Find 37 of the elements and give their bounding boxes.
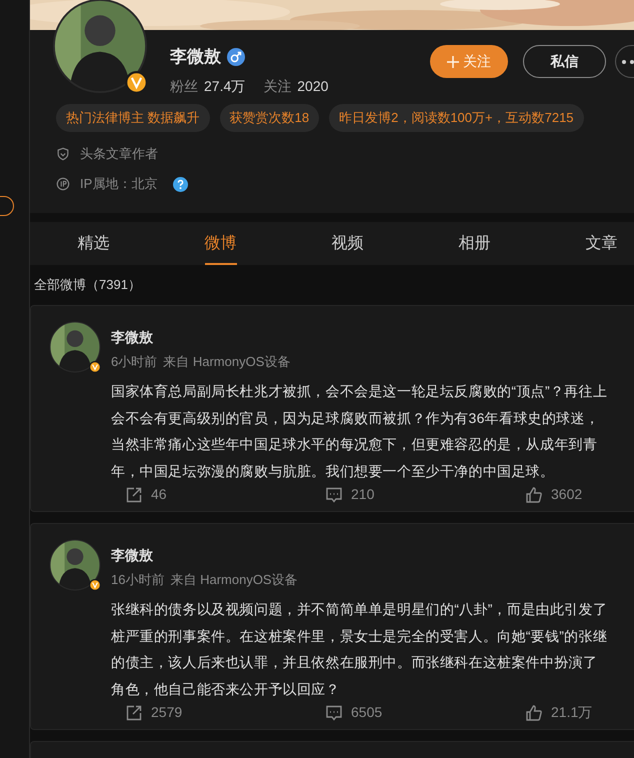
post-time[interactable]: 16小时前: [111, 570, 164, 590]
post-text-line: 桩严重的刑事案件。在这桩案件里，景女士是完全的受害人。向她“要钱”的张继: [111, 626, 608, 646]
comment-count[interactable]: 210: [351, 484, 374, 505]
post-time[interactable]: 6小时前: [111, 352, 158, 372]
ip-location: IP属地：北京: [80, 175, 158, 194]
repost-count[interactable]: 2579: [151, 702, 182, 723]
repost-count[interactable]: 46: [151, 484, 167, 505]
author-name[interactable]: 李微敖: [111, 327, 290, 348]
tab[interactable]: 视频: [284, 222, 411, 265]
author-label: 头条文章作者: [80, 145, 158, 164]
tag: 昨日发博2，阅读数100万+，互动数7215: [329, 104, 584, 132]
post-text-line: 角色，他自己能否来公开予以回应？: [111, 680, 341, 698]
tab[interactable]: 相册: [411, 222, 538, 265]
tab[interactable]: 精选: [30, 222, 157, 265]
post-text-line: 张继科的债务以及视频问题，并不简简单单是明星们的“八卦”，而是由此引发了: [111, 600, 608, 619]
tag: 获赞赏次数18: [220, 104, 320, 132]
tab[interactable]: 微博: [157, 222, 284, 265]
feed-title: 全部微博（7391）: [34, 276, 141, 294]
post-text-line: 国家体育总局副局长杜兆才被抓，会不会是这一轮足坛反腐败的“顶点”？再往上: [111, 382, 608, 401]
profile-name: 李微敖: [170, 46, 221, 68]
post-text-line: 年，中国足坛弥漫的腐败与肮脏。我们想要一个至少干净的中国足球。: [111, 462, 556, 480]
tag: 热门法律博主 数据飙升: [56, 104, 210, 132]
following-count[interactable]: 2020: [297, 76, 328, 96]
fans-count[interactable]: 27.4万: [204, 76, 246, 96]
message-button[interactable]: 私信: [523, 45, 606, 78]
comment-count[interactable]: 6505: [351, 702, 382, 723]
following-label: 关注: [263, 76, 292, 96]
post-text-line: 会不会有更高级别的官员，因为足球腐败而被抓？作为有36年看球史的球迷，: [111, 408, 600, 428]
fans-label: 粉丝: [170, 76, 198, 96]
post-text-line: 的债主，该人后来也认罪，并且依然在服刑中。而张继科在这桩案件中扮演了: [111, 653, 598, 672]
post-source: 来自 HarmonyOS设备: [163, 353, 290, 371]
like-count[interactable]: 21.1万: [551, 702, 592, 723]
like-count[interactable]: 3602: [551, 484, 582, 505]
tab[interactable]: 文章: [538, 222, 634, 265]
post-source: 来自 HarmonyOS设备: [170, 571, 298, 589]
author-name[interactable]: 李微敖: [111, 545, 298, 566]
post-text-line: 当然非常痛心这些年中国足球水平的每况愈下，但更难容忍的是，从成年到青: [111, 435, 598, 454]
